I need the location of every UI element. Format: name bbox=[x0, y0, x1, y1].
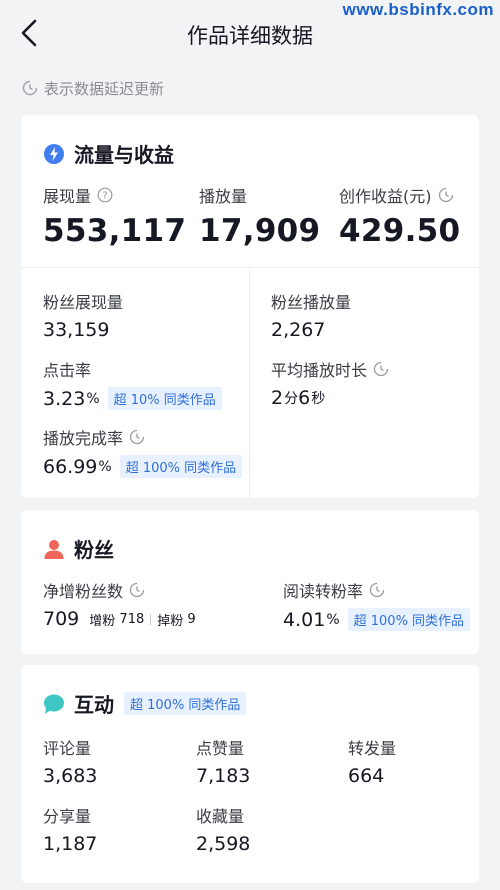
net-fans-label: 净增粉丝数 bbox=[43, 582, 124, 601]
avg-duration-seconds: 6 bbox=[298, 387, 311, 409]
svg-text:?: ? bbox=[102, 191, 107, 202]
ctr-label: 点击率 bbox=[43, 361, 92, 380]
shares-label: 转发量 bbox=[348, 739, 397, 758]
divider bbox=[249, 267, 250, 498]
earnings-stat[interactable]: 创作收益(元) 429.50 bbox=[339, 183, 460, 249]
earnings-value: 429.50 bbox=[339, 213, 461, 249]
completion-badge: 超 100% 同类作品 bbox=[119, 455, 243, 478]
avg-duration-label: 平均播放时长 bbox=[271, 361, 368, 380]
fan-plays-value: 2,267 bbox=[271, 319, 326, 341]
net-fans-stat[interactable]: 净增粉丝数 709 增粉 718 掉粉 9 bbox=[43, 578, 196, 630]
fans-card-header: 粉丝 bbox=[43, 534, 114, 563]
fan-impressions-stat[interactable]: 粉丝展现量 33,159 bbox=[43, 289, 123, 341]
fan-impressions-value: 33,159 bbox=[43, 319, 110, 341]
ctr-stat[interactable]: 点击率 3.23% 超 10% 同类作品 bbox=[43, 357, 222, 410]
earnings-label: 创作收益(元) bbox=[339, 187, 432, 206]
completion-value: 66.99 bbox=[43, 455, 98, 478]
clock-icon bbox=[129, 429, 145, 445]
clock-icon bbox=[373, 361, 389, 377]
interaction-card-header: 互动 超 100% 同类作品 bbox=[43, 689, 247, 718]
chat-bubble-icon bbox=[44, 694, 64, 714]
comments-value: 3,683 bbox=[43, 765, 98, 787]
divider bbox=[150, 613, 152, 625]
plays-stat[interactable]: 播放量 17,909 bbox=[199, 183, 320, 249]
fans-gain-loss: 增粉 718 掉粉 9 bbox=[89, 610, 195, 629]
fans-card-title: 粉丝 bbox=[74, 538, 114, 562]
conversion-label: 阅读转粉率 bbox=[283, 582, 364, 601]
shares-value: 664 bbox=[348, 765, 385, 787]
top-bar: 作品详细数据 bbox=[0, 0, 500, 66]
avg-duration-stat[interactable]: 平均播放时长 2分6秒 bbox=[271, 357, 389, 409]
shares-out-stat[interactable]: 分享量 1,187 bbox=[43, 803, 97, 855]
fan-plays-label: 粉丝播放量 bbox=[271, 293, 352, 312]
plays-value: 17,909 bbox=[199, 213, 321, 249]
net-fans-value: 709 bbox=[43, 608, 80, 630]
avg-duration-minutes: 2 bbox=[271, 387, 284, 409]
completion-label: 播放完成率 bbox=[43, 429, 124, 448]
divider bbox=[21, 267, 479, 268]
plays-label: 播放量 bbox=[199, 187, 248, 206]
lightning-icon bbox=[44, 143, 64, 164]
favorites-value: 2,598 bbox=[196, 833, 251, 855]
help-icon[interactable]: ? bbox=[97, 187, 113, 203]
fan-plays-stat[interactable]: 粉丝播放量 2,267 bbox=[271, 289, 351, 341]
clock-icon bbox=[129, 582, 145, 598]
shares-stat[interactable]: 转发量 664 bbox=[348, 735, 396, 787]
avg-duration-min-unit: 分 bbox=[284, 391, 299, 407]
gain-label: 增粉 bbox=[89, 613, 116, 629]
likes-value: 7,183 bbox=[196, 765, 251, 787]
delay-notice: 表示数据延迟更新 bbox=[0, 66, 500, 110]
traffic-earnings-card: 流量与收益 展现量 ? 553,117 播放量 17,909 创作收益(元) 4… bbox=[21, 115, 479, 498]
traffic-card-header: 流量与收益 bbox=[43, 139, 174, 168]
likes-stat[interactable]: 点赞量 7,183 bbox=[196, 735, 250, 787]
shares-out-label: 分享量 bbox=[43, 807, 92, 826]
fans-card: 粉丝 净增粉丝数 709 增粉 718 掉粉 9 阅读转粉率 4.01 % 超 … bbox=[21, 510, 479, 654]
fan-impressions-label: 粉丝展现量 bbox=[43, 293, 124, 312]
ctr-unit: % bbox=[86, 390, 100, 407]
completion-stat[interactable]: 播放完成率 66.99% 超 100% 同类作品 bbox=[43, 425, 243, 478]
gain-value: 718 bbox=[119, 611, 145, 627]
conversion-badge: 超 100% 同类作品 bbox=[347, 608, 471, 631]
avg-duration-sec-unit: 秒 bbox=[311, 391, 326, 407]
comments-stat[interactable]: 评论量 3,683 bbox=[43, 735, 97, 787]
person-icon bbox=[44, 539, 64, 559]
clock-icon bbox=[22, 80, 38, 96]
completion-unit: % bbox=[98, 458, 112, 475]
interaction-badge: 超 100% 同类作品 bbox=[124, 692, 247, 715]
ctr-badge: 超 10% 同类作品 bbox=[107, 387, 222, 410]
favorites-label: 收藏量 bbox=[196, 807, 245, 826]
shares-out-value: 1,187 bbox=[43, 833, 98, 855]
conversion-value: 4.01 bbox=[283, 608, 326, 631]
clock-icon bbox=[369, 582, 385, 598]
interaction-card: 互动 超 100% 同类作品 评论量 3,683 点赞量 7,183 转发量 6… bbox=[21, 665, 479, 883]
conversion-unit: % bbox=[326, 611, 340, 628]
interaction-card-title: 互动 bbox=[74, 693, 114, 717]
clock-icon bbox=[438, 187, 453, 203]
favorites-stat[interactable]: 收藏量 2,598 bbox=[196, 803, 250, 855]
page-title: 作品详细数据 bbox=[187, 24, 313, 48]
loss-label: 掉粉 bbox=[157, 613, 184, 629]
impressions-value: 553,117 bbox=[43, 213, 187, 249]
notice-text: 表示数据延迟更新 bbox=[44, 79, 165, 98]
loss-value: 9 bbox=[187, 611, 196, 627]
comments-label: 评论量 bbox=[43, 739, 92, 758]
ctr-value: 3.23 bbox=[43, 387, 86, 410]
traffic-card-title: 流量与收益 bbox=[74, 143, 174, 167]
impressions-label: 展现量 bbox=[43, 187, 92, 206]
impressions-stat[interactable]: 展现量 ? 553,117 bbox=[43, 183, 186, 249]
likes-label: 点赞量 bbox=[196, 739, 245, 758]
conversion-stat[interactable]: 阅读转粉率 4.01% 超 100% 同类作品 bbox=[283, 578, 471, 631]
